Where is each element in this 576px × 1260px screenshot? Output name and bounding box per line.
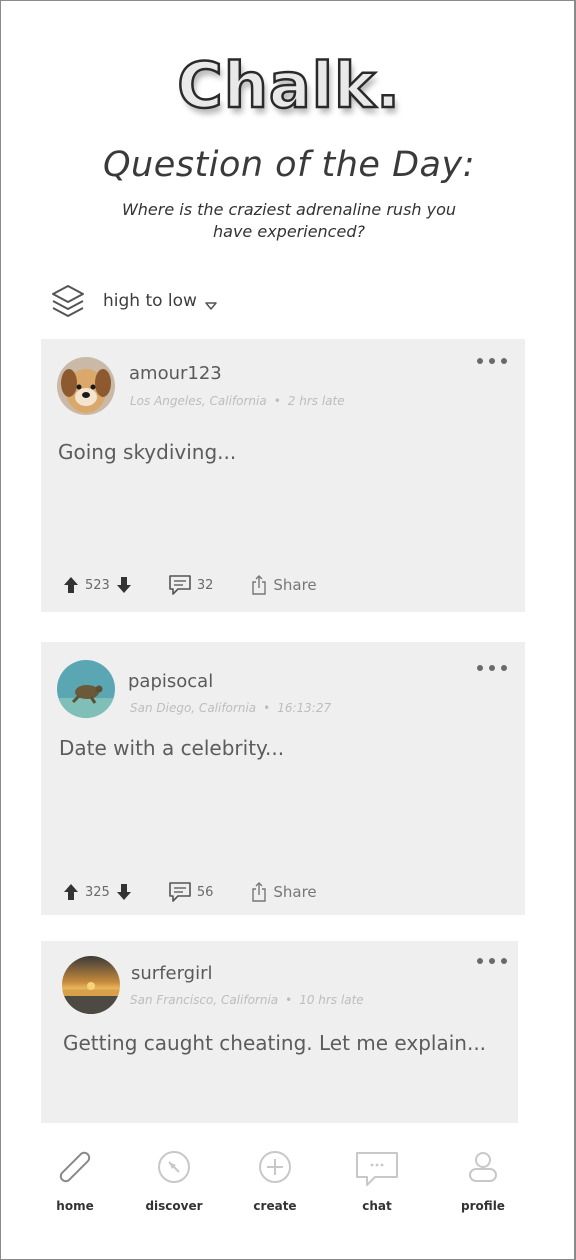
nav-label: home bbox=[56, 1199, 94, 1213]
location: San Diego, California bbox=[130, 701, 257, 715]
share-button[interactable]: Share bbox=[273, 883, 316, 901]
nav-create[interactable]: create bbox=[225, 1141, 325, 1231]
timestamp: 16:13:27 bbox=[277, 701, 332, 715]
comment-count: 32 bbox=[196, 577, 214, 593]
more-options-icon[interactable] bbox=[477, 355, 507, 367]
post-meta: San Diego, California • 16:13:27 bbox=[130, 701, 331, 715]
timestamp: 10 hrs late bbox=[299, 993, 364, 1007]
nav-label: discover bbox=[145, 1199, 203, 1213]
layers-icon bbox=[49, 282, 87, 320]
post-text: Date with a celebrity... bbox=[59, 736, 285, 760]
nav-label: create bbox=[253, 1199, 297, 1213]
upvote-icon[interactable] bbox=[63, 576, 79, 594]
avatar[interactable] bbox=[57, 357, 115, 415]
username[interactable]: surfergirl bbox=[131, 963, 213, 984]
comment-icon[interactable] bbox=[168, 574, 192, 596]
more-options-icon[interactable] bbox=[477, 955, 507, 967]
separator-dot: • bbox=[273, 394, 281, 408]
nav-chat[interactable]: chat bbox=[327, 1141, 427, 1231]
downvote-icon[interactable] bbox=[116, 883, 132, 901]
username[interactable]: papisocal bbox=[128, 671, 213, 692]
upvote-icon[interactable] bbox=[63, 883, 79, 901]
user-icon bbox=[433, 1145, 533, 1189]
app-frame: Chalk. Question of the Day: Where is the… bbox=[0, 0, 576, 1260]
location: San Francisco, California bbox=[130, 993, 279, 1007]
more-options-icon[interactable] bbox=[477, 662, 507, 674]
post-text: Going skydiving... bbox=[58, 440, 237, 464]
chevron-down-icon bbox=[205, 296, 217, 310]
location: Los Angeles, California bbox=[130, 394, 267, 408]
qotd-question: Where is the craziest adrenaline rush yo… bbox=[121, 200, 457, 241]
post-actions: 523 32 Share bbox=[63, 573, 317, 597]
share-icon[interactable] bbox=[251, 575, 267, 595]
timestamp: 2 hrs late bbox=[287, 394, 345, 408]
pencil-icon bbox=[25, 1145, 125, 1189]
app-logo: Chalk. bbox=[176, 48, 401, 124]
vote-count: 523 bbox=[85, 577, 110, 593]
avatar[interactable] bbox=[57, 660, 115, 718]
post-meta: Los Angeles, California • 2 hrs late bbox=[130, 394, 345, 408]
comment-icon[interactable] bbox=[168, 881, 192, 903]
post-card[interactable]: surfergirl San Francisco, California • 10 … bbox=[41, 941, 518, 1123]
post-actions: 325 56 Share bbox=[63, 880, 317, 904]
vote-count: 325 bbox=[85, 884, 110, 900]
chat-bubble-icon bbox=[327, 1145, 427, 1189]
downvote-icon[interactable] bbox=[116, 576, 132, 594]
plus-circle-icon bbox=[225, 1145, 325, 1189]
sort-label: high to low bbox=[103, 291, 197, 311]
sort-dropdown[interactable]: high to low bbox=[49, 281, 217, 321]
nav-label: profile bbox=[461, 1199, 505, 1213]
nav-home[interactable]: home bbox=[25, 1141, 125, 1231]
comment-count: 56 bbox=[196, 884, 214, 900]
avatar[interactable] bbox=[62, 956, 120, 1014]
separator-dot: • bbox=[285, 993, 293, 1007]
separator-dot: • bbox=[263, 701, 271, 715]
nav-label: chat bbox=[362, 1199, 392, 1213]
share-icon[interactable] bbox=[251, 882, 267, 902]
post-text: Getting caught cheating. Let me explain.… bbox=[63, 1031, 487, 1055]
post-card[interactable]: amour123 Los Angeles, California • 2 hrs l… bbox=[41, 339, 525, 612]
share-button[interactable]: Share bbox=[273, 576, 316, 594]
compass-icon bbox=[124, 1145, 224, 1189]
post-card[interactable]: papisocal San Diego, California • 16:13:27… bbox=[41, 642, 525, 915]
bottom-nav: home discover create chat profile bbox=[1, 1141, 574, 1231]
post-meta: San Francisco, California • 10 hrs late bbox=[130, 993, 364, 1007]
nav-profile[interactable]: profile bbox=[433, 1141, 533, 1231]
qotd-title: Question of the Day: bbox=[103, 145, 475, 185]
nav-discover[interactable]: discover bbox=[124, 1141, 224, 1231]
username[interactable]: amour123 bbox=[129, 363, 222, 384]
